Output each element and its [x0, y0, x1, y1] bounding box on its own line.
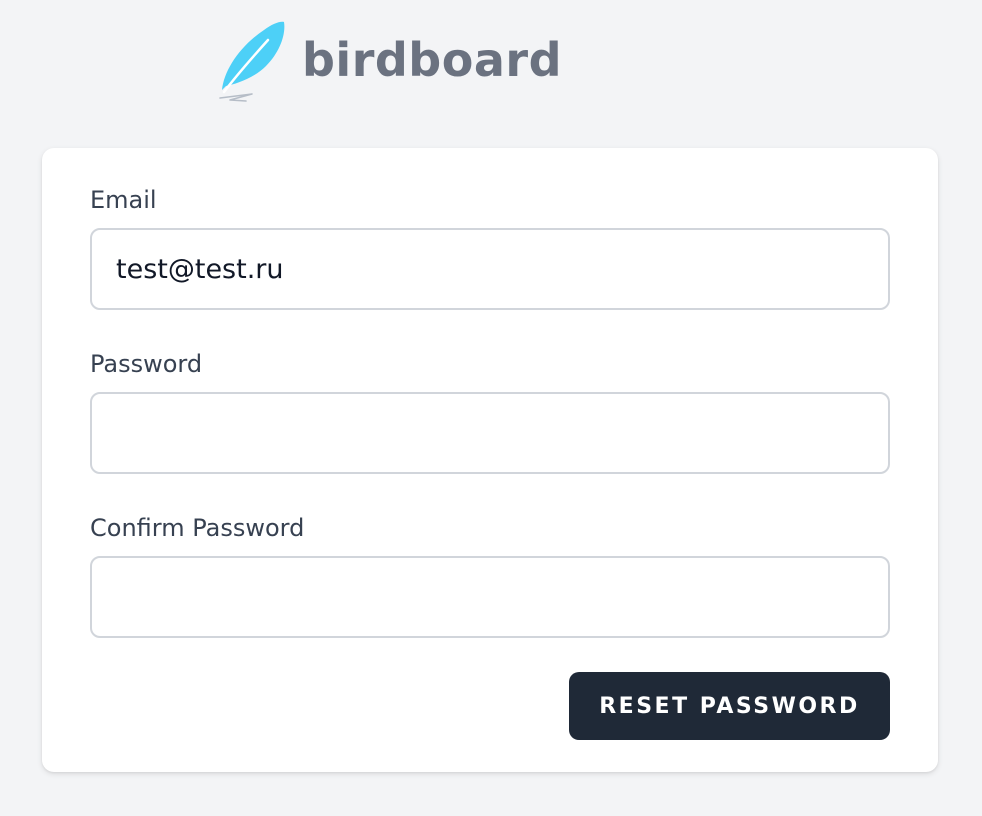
reset-password-button[interactable]: RESET PASSWORD — [569, 672, 890, 740]
confirm-password-field[interactable] — [90, 556, 890, 638]
reset-password-card: Email Password Confirm Password RESET PA… — [42, 148, 938, 772]
password-field[interactable] — [90, 392, 890, 474]
email-label: Email — [90, 186, 157, 214]
brand-logo[interactable]: birdboard — [216, 18, 562, 104]
email-field[interactable] — [90, 228, 890, 310]
brand-name: birdboard — [302, 33, 562, 87]
password-label: Password — [90, 350, 203, 378]
confirm-password-label: Confirm Password — [90, 514, 305, 542]
feather-icon — [219, 21, 285, 102]
